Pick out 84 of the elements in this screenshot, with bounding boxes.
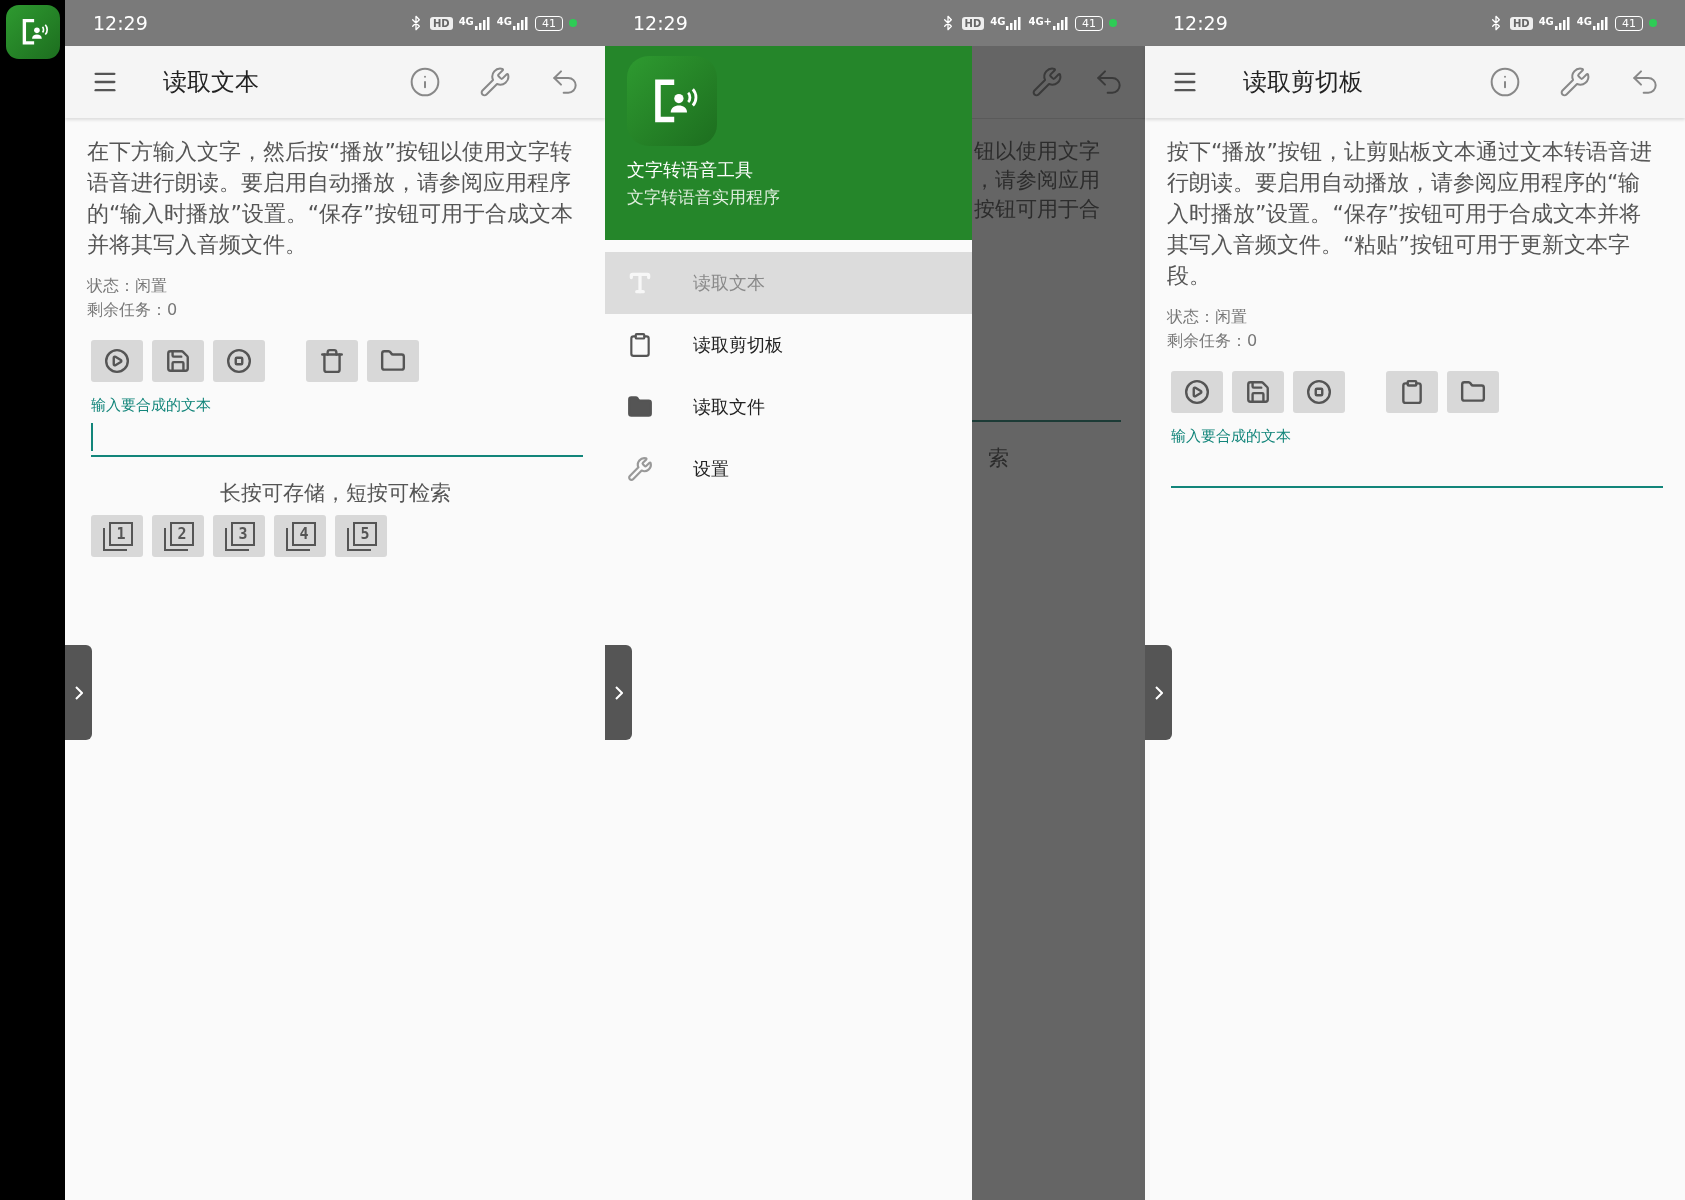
info-icon: [409, 66, 441, 98]
delete-icon: [319, 348, 345, 374]
remaining-tasks-text: 剩余任务：0: [87, 299, 179, 321]
app-name: 文字转语音工具: [627, 158, 754, 182]
signal-icon: [474, 16, 491, 30]
battery-level: 41: [535, 15, 563, 31]
side-panel-handle[interactable]: [1145, 645, 1172, 740]
app-icon: [5, 5, 60, 59]
dimmed-text: 钮以使用文字: [973, 138, 1101, 165]
clipboard-icon: [1399, 379, 1425, 405]
app-subtitle: 文字转语音实用程序: [627, 186, 781, 209]
memory-slot-button[interactable]: 2: [152, 515, 204, 557]
save-button[interactable]: [152, 340, 204, 382]
memory-slot-button[interactable]: 3: [213, 515, 265, 557]
instructions-text: 按下“播放”按钮，让剪贴板文本通过文本转语音进行朗读。要启用自动播放，请参阅应用程序的“输入时播放”设置。“保存”按钮可用于合成文本并将其写入音频文件。“粘贴”按钮可用于更新文本字段。: [1167, 138, 1653, 290]
signal-icon: [1554, 16, 1571, 30]
paste-button[interactable]: [1386, 371, 1438, 413]
save-button[interactable]: [1232, 371, 1284, 413]
screen-title: 读取文本: [163, 67, 260, 98]
instructions-text: 在下方输入文字，然后按“播放”按钮以使用文字转语音进行朗读。要启用自动播放，请参阅应用程序的“输入时播放”设置。“保存”按钮可用于合成文本并将其写入音频文件。: [87, 138, 574, 259]
drawer-menu-item[interactable]: 设置: [605, 438, 972, 500]
open-folder-button[interactable]: [367, 340, 419, 382]
app-logo-icon: [627, 56, 717, 146]
play-button[interactable]: [1171, 371, 1223, 413]
memory-hint-text: 长按可存储，短按可检索: [218, 480, 452, 507]
folder-icon: [380, 348, 406, 374]
memory-slot-button[interactable]: 5: [335, 515, 387, 557]
status-time: 12:29: [1173, 12, 1229, 34]
wrench-icon: [479, 66, 511, 98]
clipboard-icon: [627, 332, 653, 358]
stop-icon: [226, 348, 252, 374]
status-text: 状态：闲置: [87, 275, 168, 297]
field-label: 输入要合成的文本: [1171, 427, 1292, 446]
status-time: 12:29: [633, 12, 689, 34]
folder-icon: [627, 394, 653, 420]
battery-level: 41: [1615, 15, 1643, 31]
folder-icon: [1460, 379, 1486, 405]
side-panel-handle[interactable]: [65, 645, 92, 740]
dimmed-text: ，请参阅应用: [973, 167, 1101, 194]
dimmed-text: 按钮可用于合: [973, 196, 1101, 223]
signal-icon: [1053, 16, 1069, 30]
indicator-dot-icon: [569, 19, 577, 27]
indicator-dot-icon: [1109, 19, 1117, 27]
drawer-menu-item[interactable]: 读取剪切板: [605, 314, 972, 376]
dimmed-text: 索: [988, 445, 1010, 472]
chevron-right-icon: [614, 685, 623, 700]
status-time: 12:29: [93, 12, 149, 34]
delete-button[interactable]: [306, 340, 358, 382]
play-icon: [1184, 379, 1210, 405]
status-text: 状态：闲置: [1167, 306, 1248, 328]
network-label: 4G: [1538, 16, 1554, 27]
network-label: 4G: [496, 16, 512, 27]
memory-slot-button[interactable]: 1: [91, 515, 143, 557]
remaining-tasks-text: 剩余任务：0: [1167, 330, 1259, 352]
hd-label: HD: [430, 16, 453, 30]
network-label: 4G+: [1028, 16, 1052, 27]
network-label: 4G: [990, 16, 1006, 27]
open-folder-button[interactable]: [1447, 371, 1499, 413]
drawer-menu-item[interactable]: 读取文件: [605, 376, 972, 438]
signal-icon: [1593, 16, 1609, 30]
stop-button[interactable]: [1293, 371, 1345, 413]
battery-level: 41: [1075, 15, 1103, 31]
info-icon: [1489, 66, 1521, 98]
indicator-dot-icon: [1649, 19, 1657, 27]
play-button[interactable]: [91, 340, 143, 382]
hd-label: HD: [1510, 16, 1533, 30]
stop-icon: [1306, 379, 1332, 405]
wrench-icon: [1031, 66, 1063, 98]
chevron-right-icon: [1154, 685, 1163, 700]
network-label: 4G: [458, 16, 474, 27]
screen-title: 读取剪切板: [1243, 67, 1364, 98]
network-label: 4G: [1576, 16, 1592, 27]
wrench-icon: [1559, 66, 1591, 98]
stop-button[interactable]: [213, 340, 265, 382]
chevron-right-icon: [74, 685, 83, 700]
memory-slot-button[interactable]: 4: [274, 515, 326, 557]
signal-icon: [513, 16, 529, 30]
side-panel-handle[interactable]: [605, 645, 632, 740]
text-icon: [627, 270, 653, 296]
hd-label: HD: [961, 16, 985, 30]
play-icon: [104, 348, 130, 374]
wrench-icon: [627, 456, 653, 482]
signal-icon: [1006, 16, 1023, 30]
field-label: 输入要合成的文本: [91, 396, 212, 415]
